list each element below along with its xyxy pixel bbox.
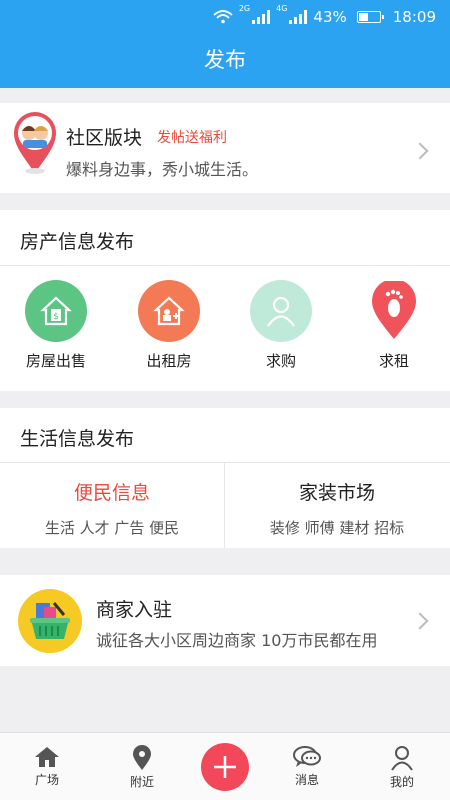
- life-section: 生活信息发布 便民信息 生活 人才 广告 便民 家装市场 装修 师傅 建材 招标: [0, 408, 450, 548]
- home-decor-market-button[interactable]: 家装市场 装修 师傅 建材 招标: [225, 478, 449, 538]
- network-type-label-2: 4G: [276, 4, 288, 13]
- home-decor-market-title: 家装市场: [298, 482, 375, 504]
- merchant-card[interactable]: 商家入驻 诚征各大小区周边商家 10万市民都在用: [0, 575, 450, 666]
- house-sale-button[interactable]: $ 房屋出售: [6, 280, 106, 371]
- convenience-info-subtitle: 生活 人才 广告 便民: [44, 519, 180, 537]
- user-icon: [391, 746, 413, 771]
- tab-nearby[interactable]: 附近: [97, 737, 187, 790]
- community-title: 社区版块: [66, 127, 143, 149]
- post-button[interactable]: [201, 743, 249, 791]
- status-bar: 2G 4G 43% 18:09: [0, 0, 450, 34]
- tab-nearby-label: 附近: [129, 775, 154, 789]
- community-promo: 发帖送福利: [157, 130, 227, 146]
- signal-icon-2: [289, 10, 308, 24]
- tab-mine[interactable]: 我的: [357, 737, 447, 790]
- shopping-basket-icon: [18, 589, 82, 653]
- chevron-right-icon: [411, 612, 429, 630]
- house-key-icon: [138, 280, 200, 342]
- rent-out-label: 出租房: [146, 352, 192, 370]
- house-sale-label: 房屋出售: [25, 352, 86, 370]
- tab-square[interactable]: 广场: [2, 737, 92, 788]
- life-section-title: 生活信息发布: [20, 428, 135, 450]
- want-buy-label: 求购: [265, 352, 296, 370]
- community-subtitle: 爆料身边事，秀小城生活。: [66, 160, 259, 179]
- battery-percent: 43%: [313, 8, 347, 26]
- home-icon: [35, 747, 59, 767]
- plus-icon: [214, 756, 236, 778]
- tab-messages-label: 消息: [294, 773, 319, 787]
- community-pin-icon: [14, 112, 56, 174]
- chevron-right-icon: [411, 142, 429, 160]
- convenience-info-title: 便民信息: [73, 482, 150, 504]
- clock: 18:09: [392, 8, 436, 26]
- tab-mine-label: 我的: [389, 775, 414, 789]
- page-title: 发布: [0, 34, 450, 88]
- community-card[interactable]: 社区版块 发帖送福利 爆料身边事，秀小城生活。: [0, 103, 450, 193]
- signal-icon: [252, 10, 271, 24]
- divider: [0, 265, 450, 266]
- battery-icon: [356, 11, 384, 23]
- house-section: 房产信息发布 $ 房屋出售 出租房 求购 求租: [0, 210, 450, 391]
- message-icon: [293, 746, 321, 767]
- want-buy-button[interactable]: 求购: [231, 280, 331, 371]
- network-type-label: 2G: [238, 4, 251, 13]
- divider: [0, 462, 450, 463]
- location-icon: [133, 745, 151, 770]
- rent-out-button[interactable]: 出租房: [119, 280, 219, 371]
- want-rent-label: 求租: [378, 352, 409, 370]
- footprint-icon: [363, 280, 425, 342]
- merchant-subtitle: 诚征各大小区周边商家 10万市民都在用: [96, 631, 378, 650]
- home-decor-market-subtitle: 装修 师傅 建材 招标: [269, 519, 405, 537]
- house-dollar-icon: $: [25, 280, 87, 342]
- tab-square-label: 广场: [34, 773, 59, 787]
- house-section-title: 房产信息发布: [20, 231, 135, 253]
- person-icon: [250, 280, 312, 342]
- wifi-icon: [213, 10, 233, 24]
- tab-messages[interactable]: 消息: [262, 737, 352, 788]
- merchant-title: 商家入驻: [96, 599, 173, 621]
- svg-text:$: $: [53, 312, 59, 322]
- convenience-info-button[interactable]: 便民信息 生活 人才 广告 便民: [0, 478, 224, 538]
- want-rent-button[interactable]: 求租: [344, 280, 444, 371]
